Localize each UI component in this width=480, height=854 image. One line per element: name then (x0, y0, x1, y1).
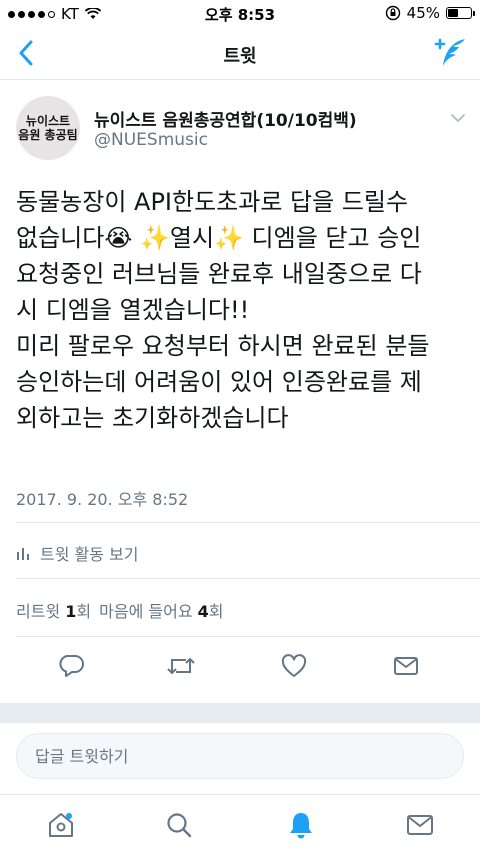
tweet-text-line: 없습니다😭 ✨열시✨ 디엠을 닫고 승인 (16, 224, 422, 252)
retweet-suffix: 회 (76, 602, 92, 621)
author-name[interactable]: 뉴이스트 음원총공연합(10/10컴백) (94, 106, 357, 131)
rotation-lock-icon (385, 5, 400, 21)
tweet-activity-link[interactable]: 트윗 활동 보기 (16, 541, 139, 565)
nav-bar: 트윗 (0, 28, 480, 80)
like-suffix: 회 (208, 602, 224, 621)
author-handle[interactable]: @NUESmusic (94, 130, 208, 150)
tweet-text-line: 시 디엠을 열겠습니다!! (16, 296, 250, 324)
like-stat[interactable]: 마음에 들어요 4회 (99, 598, 223, 622)
compose-tweet-icon[interactable] (432, 36, 468, 70)
avatar[interactable]: 뉴이스트 음원 총공팀 (16, 96, 80, 160)
search-icon (167, 813, 192, 838)
reply-button[interactable] (51, 646, 91, 686)
like-button[interactable] (274, 646, 314, 686)
tweet-text: 동물농장이 API한도초과로 답을 드릴수 없습니다😭 ✨열시✨ 디엠을 닫고 … (16, 184, 468, 436)
tweet-text-line: 미리 팔로우 요청부터 하시면 완료된 분들 (16, 332, 430, 360)
reply-box (16, 733, 464, 779)
dm-icon (394, 657, 418, 675)
avatar-text-line-2: 음원 총공팀 (18, 128, 78, 142)
tab-search[interactable] (159, 805, 199, 845)
retweet-icon (167, 658, 195, 674)
like-icon (281, 654, 307, 677)
status-bar: KT 오후 8:53 45% (0, 0, 480, 28)
like-label: 마음에 들어요 (99, 602, 193, 621)
retweet-count: 1 (65, 602, 77, 621)
activity-label: 트윗 활동 보기 (40, 545, 139, 564)
tab-home[interactable] (41, 805, 81, 845)
section-separator (0, 703, 480, 723)
tweet-text-line: 승인하는데 어려움이 있어 인증완료를 제 (16, 368, 422, 396)
tweet-text-line: 외하고는 초기화하겠습니다 (16, 404, 289, 432)
tweet-stats: 리트윗 1회 마음에 들어요 4회 (16, 598, 224, 622)
tab-notifications[interactable] (281, 805, 321, 845)
battery-percent: 45% (406, 4, 440, 22)
divider (16, 522, 480, 523)
divider (16, 636, 480, 637)
page-title: 트윗 (223, 46, 257, 67)
avatar-text-line-1: 뉴이스트 (25, 114, 71, 128)
home-icon (49, 813, 73, 837)
tweet-actions (0, 646, 480, 686)
direct-message-button[interactable] (386, 646, 426, 686)
tweet-timestamp: 2017. 9. 20. 오후 8:52 (16, 490, 189, 509)
divider (16, 578, 480, 579)
tab-messages[interactable] (400, 805, 440, 845)
notifications-icon (290, 813, 312, 839)
chevron-down-icon[interactable] (450, 110, 466, 126)
tweet-text-line: 요청중인 러브님들 완료후 내일중으로 다 (16, 260, 422, 288)
reply-input[interactable] (17, 734, 463, 778)
battery-level (448, 9, 458, 17)
reply-icon (59, 655, 84, 677)
like-count: 4 (197, 602, 209, 621)
retweet-stat[interactable]: 리트윗 1회 (16, 598, 91, 622)
battery-icon (446, 7, 475, 19)
tweet-text-line: 동물농장이 API한도초과로 답을 드릴수 (16, 188, 409, 216)
messages-icon (407, 815, 433, 835)
retweet-label: 리트윗 (16, 602, 61, 621)
tweet-header: 뉴이스트 음원 총공팀 뉴이스트 음원총공연합(10/10컴백) @NUESmu… (0, 96, 480, 166)
tab-bar (0, 794, 480, 854)
analytics-bars-icon (17, 548, 29, 560)
retweet-button[interactable] (161, 646, 201, 686)
